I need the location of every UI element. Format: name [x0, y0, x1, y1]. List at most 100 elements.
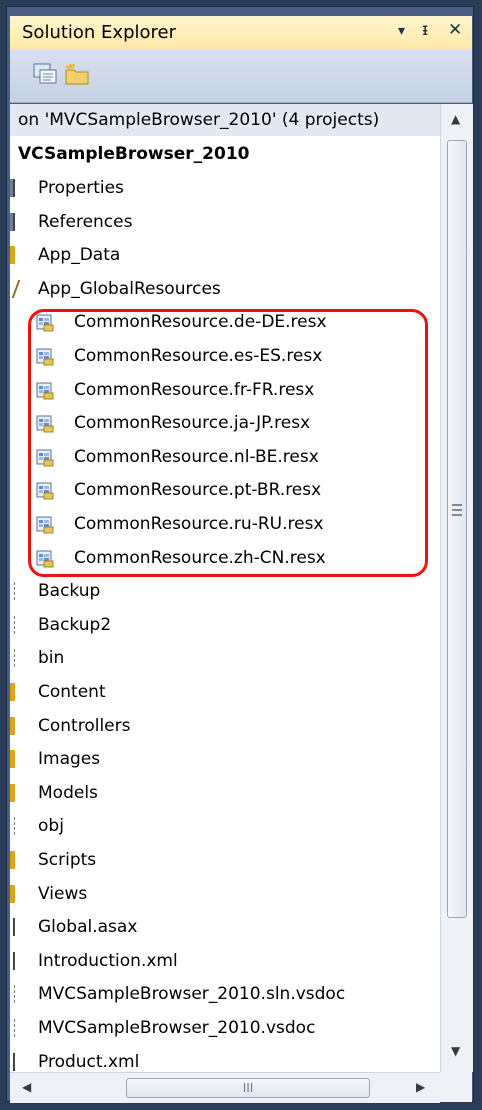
tree-item-label: Views: [38, 883, 88, 904]
tree-item[interactable]: Content: [10, 676, 440, 708]
resource-file-icon: [36, 415, 54, 433]
tree-item-label: CommonResource.ja-JP.resx: [74, 413, 311, 434]
tree-item[interactable]: App_GlobalResources: [10, 273, 440, 305]
autohide-pin-icon[interactable]: ᵻ: [422, 20, 428, 40]
folder-dashed-icon: [10, 582, 15, 601]
tree-item[interactable]: CommonResource.ru-RU.resx: [10, 508, 440, 540]
panel-title: Solution Explorer: [22, 22, 176, 43]
project-node[interactable]: VCSampleBrowser_2010: [10, 138, 440, 170]
vertical-scrollbar[interactable]: ▲ ▼: [440, 104, 473, 1072]
tree-item[interactable]: Global.asax: [10, 911, 440, 943]
file-icon: [10, 951, 15, 970]
properties-icon[interactable]: [32, 62, 58, 86]
tree-item[interactable]: Product.xml: [10, 1046, 440, 1072]
folder-dashed-icon: [10, 649, 15, 668]
tree-item[interactable]: Views: [10, 878, 440, 910]
tree-item[interactable]: obj: [10, 810, 440, 842]
scroll-grip-icon: [452, 501, 462, 519]
vertical-scroll-thumb[interactable]: [447, 140, 467, 918]
tree-item-label: CommonResource.fr-FR.resx: [74, 379, 315, 400]
toolbar: [10, 50, 472, 103]
tree-item[interactable]: Backup2: [10, 609, 440, 641]
tree-item-label: Controllers: [38, 715, 131, 736]
tree-item-label: Product.xml: [38, 1051, 140, 1072]
resource-file-icon: [36, 382, 54, 400]
folder-dashed-icon: [10, 615, 15, 634]
tree-item[interactable]: bin: [10, 642, 440, 674]
tree-item[interactable]: Scripts: [10, 844, 440, 876]
resource-file-icon: [36, 550, 54, 568]
tree-item[interactable]: CommonResource.fr-FR.resx: [10, 374, 440, 406]
file-icon: [10, 918, 15, 937]
tree-item[interactable]: Images: [10, 743, 440, 775]
folder-icon: [10, 750, 15, 769]
tree-item[interactable]: CommonResource.zh-CN.resx: [10, 542, 440, 574]
resource-file-icon: [36, 449, 54, 467]
scrollbar-corner: [440, 1072, 472, 1102]
tree-item-label: Properties: [38, 178, 124, 198]
file-dashed-icon: [10, 985, 15, 1004]
resource-file-icon: [36, 314, 54, 332]
properties-icon: [10, 179, 15, 197]
tree-item[interactable]: MVCSampleBrowser_2010.vsdoc: [10, 1012, 440, 1044]
tree-item-label: CommonResource.ru-RU.resx: [74, 514, 324, 534]
solution-tree: on 'MVCSampleBrowser_2010' (4 projects) …: [10, 104, 440, 1072]
scroll-down-icon[interactable]: ▼: [451, 1044, 460, 1058]
folder-icon: [10, 246, 15, 265]
horizontal-scrollbar[interactable]: ◀ III ▶: [10, 1072, 440, 1103]
tree-item[interactable]: Properties: [10, 172, 440, 204]
tree-item-label: CommonResource.nl-BE.resx: [74, 446, 319, 467]
tree-item-label: Content: [38, 682, 106, 702]
references-icon: [10, 212, 15, 231]
scroll-up-icon[interactable]: ▲: [451, 112, 460, 126]
tree-item[interactable]: CommonResource.nl-BE.resx: [10, 441, 440, 473]
tree-item-label: Scripts: [38, 850, 97, 870]
tree-item[interactable]: CommonResource.ja-JP.resx: [10, 407, 440, 439]
tree-item[interactable]: MVCSampleBrowser_2010.sln.vsdoc: [10, 978, 440, 1010]
window-position-dropdown-icon[interactable]: ▾: [398, 23, 405, 39]
project-label: VCSampleBrowser_2010: [18, 144, 250, 164]
tree-item[interactable]: Introduction.xml: [10, 945, 440, 977]
show-all-files-icon[interactable]: [64, 62, 90, 86]
tree-item[interactable]: Models: [10, 777, 440, 809]
tree-item-label: App_GlobalResources: [38, 278, 221, 299]
folder-icon: [10, 716, 15, 735]
scroll-right-icon[interactable]: ▶: [416, 1080, 425, 1094]
horizontal-scroll-thumb[interactable]: III: [126, 1078, 370, 1098]
tree-item-label: Models: [38, 782, 98, 803]
close-icon[interactable]: ✕: [448, 20, 462, 40]
folder-icon: [10, 851, 15, 869]
tree-item-label: MVCSampleBrowser_2010.vsdoc: [38, 1018, 316, 1038]
tree-item-label: Images: [38, 749, 101, 770]
tree-item-label: Backup: [38, 581, 101, 602]
tree-item[interactable]: CommonResource.pt-BR.resx: [10, 474, 440, 506]
folder-dashed-icon: [10, 817, 15, 836]
tree-item[interactable]: App_Data: [10, 239, 440, 271]
solution-node[interactable]: on 'MVCSampleBrowser_2010' (4 projects): [10, 104, 440, 136]
tree-item-label: CommonResource.zh-CN.resx: [74, 547, 326, 568]
folder-icon: [10, 683, 15, 701]
tree-item-label: Global.asax: [38, 917, 138, 938]
resource-file-icon: [36, 516, 54, 534]
file-icon: [10, 1052, 15, 1071]
tree-item[interactable]: CommonResource.es-ES.resx: [10, 340, 440, 372]
tree-item-label: References: [38, 211, 133, 232]
folder-icon: [10, 783, 15, 802]
folder-open-icon: [10, 279, 21, 298]
resource-file-icon: [36, 348, 54, 366]
tree-item[interactable]: CommonResource.de-DE.resx: [10, 306, 440, 338]
file-dashed-icon: [10, 1019, 15, 1037]
tree-item-label: obj: [38, 816, 64, 837]
tree-item[interactable]: Backup: [10, 575, 440, 607]
tree-item-label: MVCSampleBrowser_2010.sln.vsdoc: [38, 984, 346, 1005]
scroll-left-icon[interactable]: ◀: [22, 1080, 31, 1094]
tree-item-label: CommonResource.pt-BR.resx: [74, 480, 322, 501]
tree-item[interactable]: Controllers: [10, 710, 440, 742]
tree-item-label: Introduction.xml: [38, 950, 178, 971]
tree-item[interactable]: References: [10, 206, 440, 238]
resource-file-icon: [36, 482, 54, 500]
tree-item-label: CommonResource.es-ES.resx: [74, 346, 323, 366]
tree-item-label: bin: [38, 648, 65, 669]
solution-label: on 'MVCSampleBrowser_2010' (4 projects): [18, 110, 380, 130]
panel-titlebar: Solution Explorer ▾ ᵻ ✕: [10, 16, 472, 51]
